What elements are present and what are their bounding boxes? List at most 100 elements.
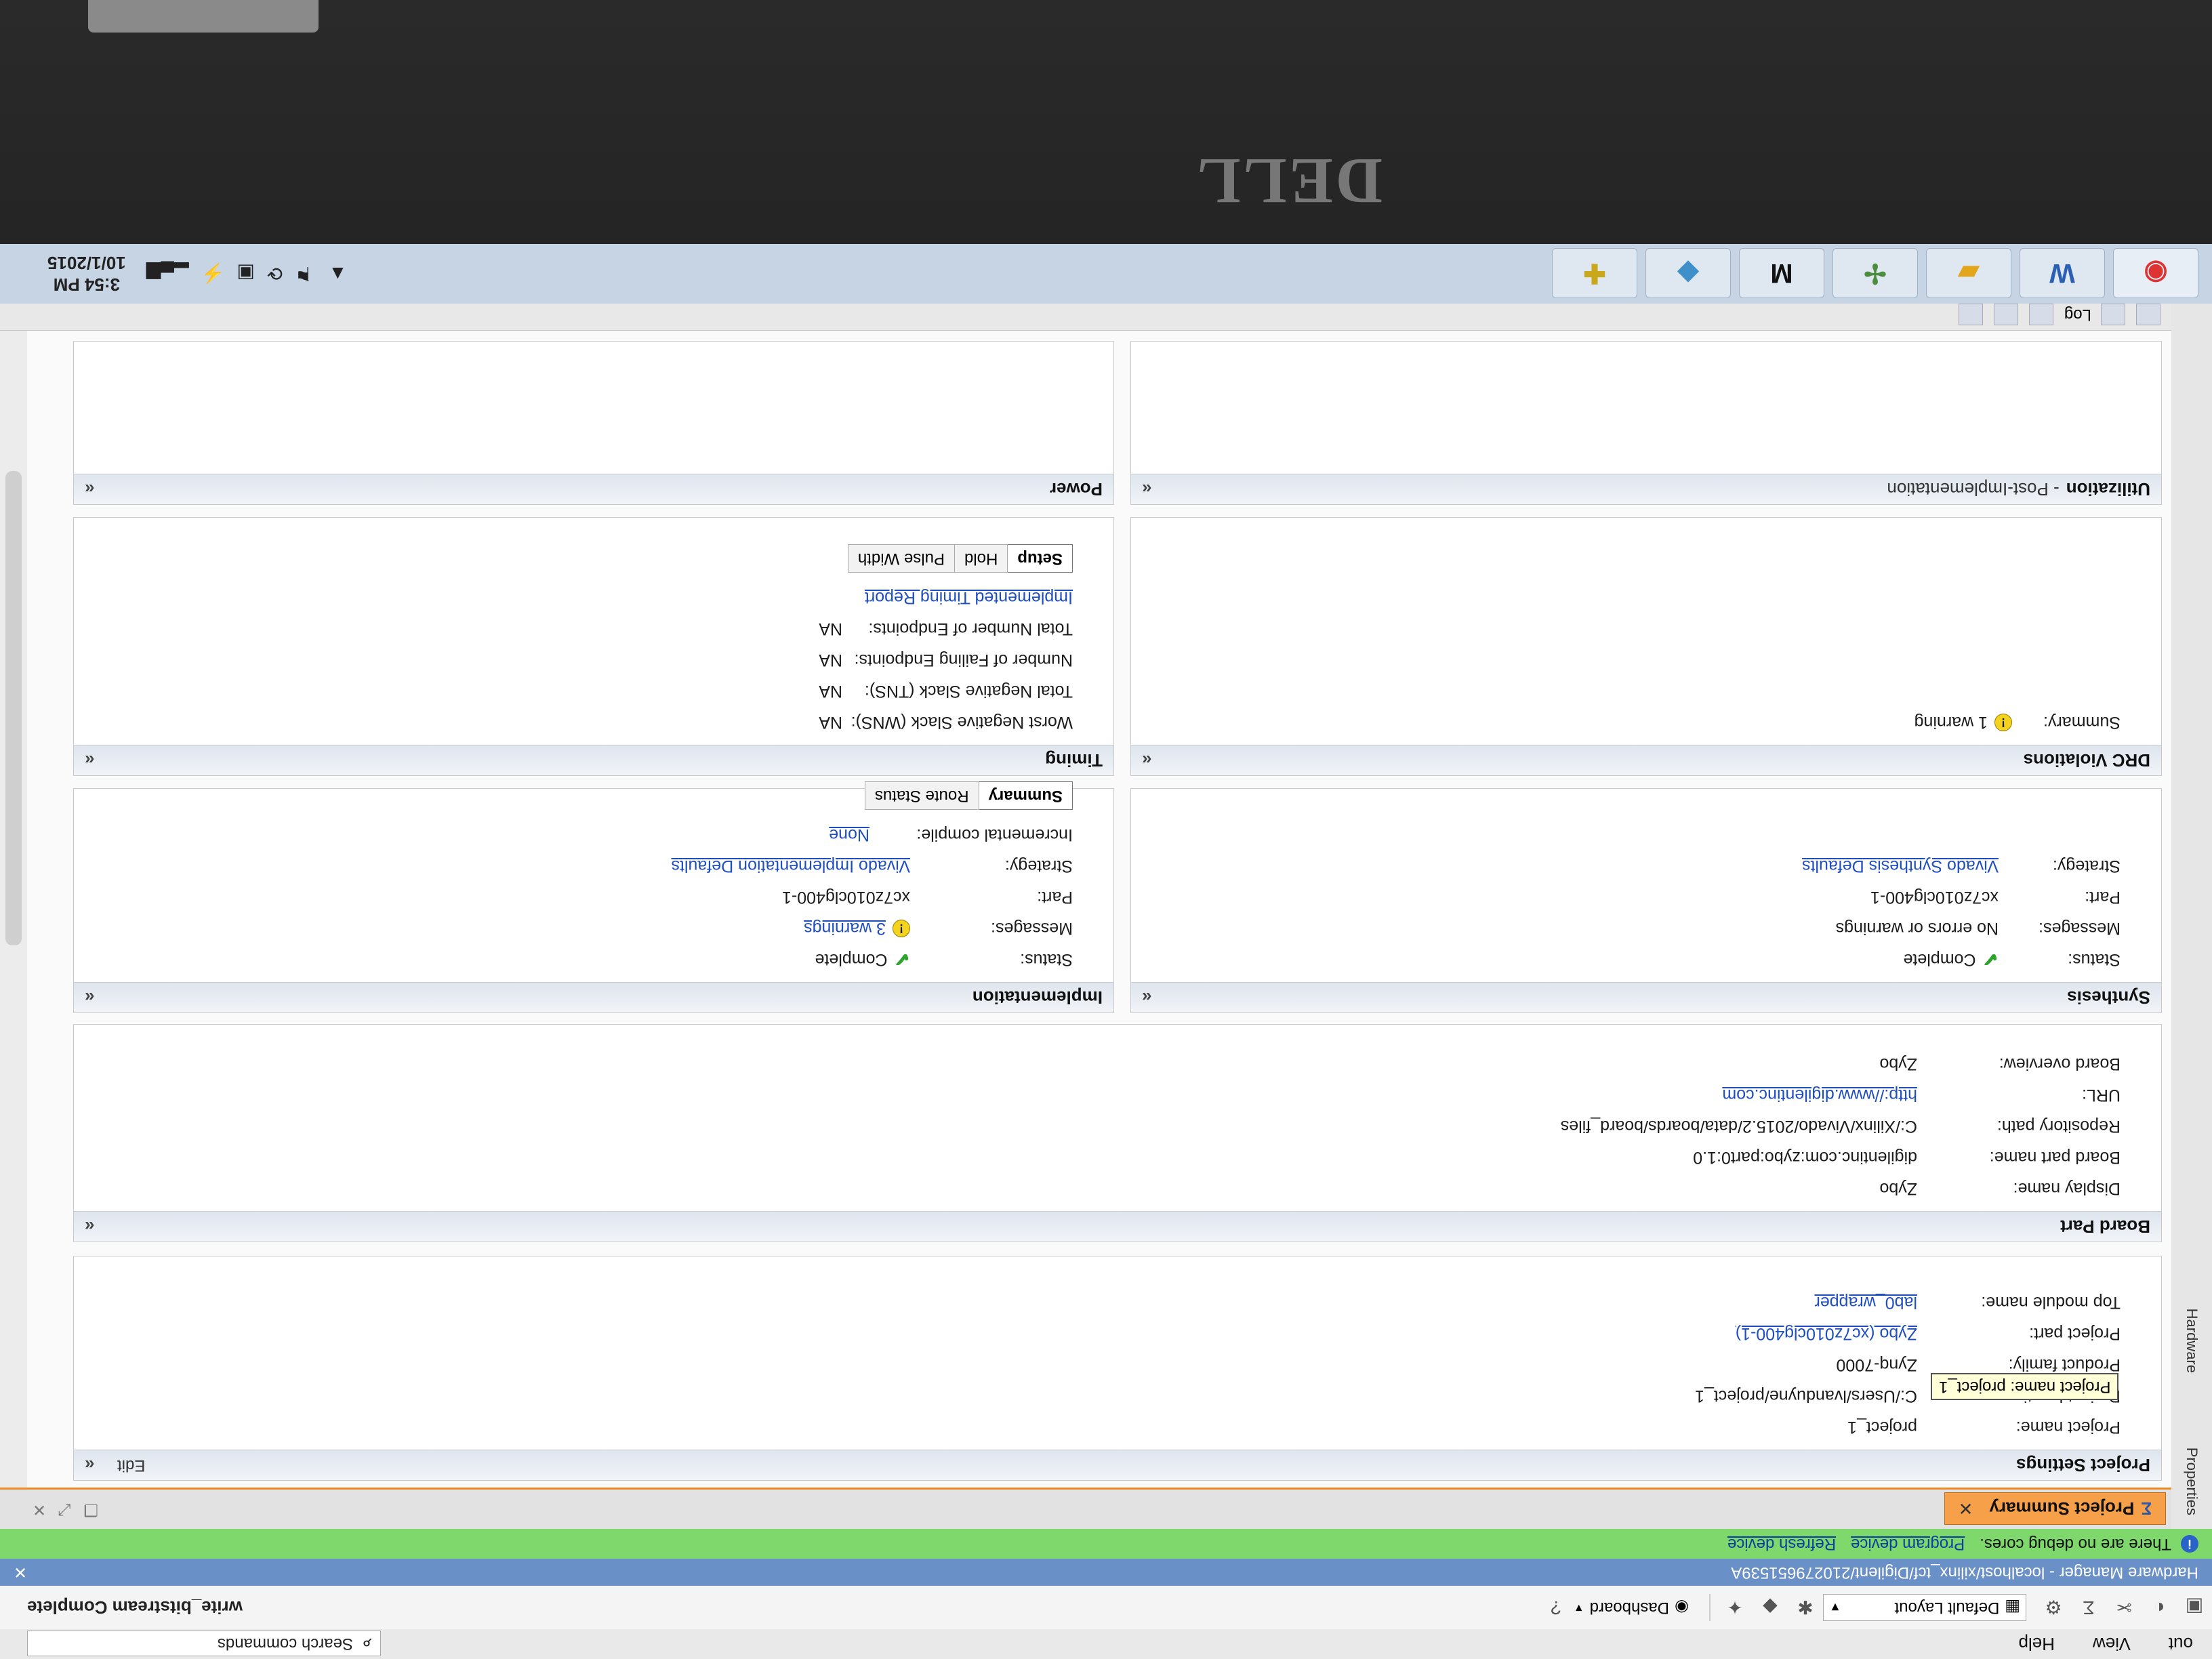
3d-app-icon[interactable]: ◆ xyxy=(1645,248,1731,298)
chevron-down-icon: ▼ xyxy=(1829,1601,1841,1615)
route-status-button[interactable]: Route Status xyxy=(864,781,979,810)
tab-hardware[interactable]: Hardware xyxy=(2177,1309,2207,1373)
field-label: URL: xyxy=(2082,1086,2121,1105)
field-value: digilentinc.com:zybo:part0:1.0 xyxy=(1693,1148,1917,1168)
reports-icon[interactable] xyxy=(2028,304,2053,325)
board-part-title: Board Part xyxy=(2060,1216,2150,1237)
implementation-part-row: Part: xc7z010clg400-1 xyxy=(115,882,1073,913)
collapse-icon[interactable]: « xyxy=(85,1216,94,1237)
search-placeholder: Search commands xyxy=(217,1635,353,1653)
url-link[interactable]: http://www.digilentinc.com xyxy=(1722,1086,1917,1105)
cut-icon[interactable]: ✂ xyxy=(2110,1594,2137,1621)
toolbar-divider xyxy=(1709,1594,1711,1621)
close-icon[interactable]: ✕ xyxy=(1959,1498,1973,1519)
scroll-thumb[interactable] xyxy=(5,471,22,945)
clock-time: 3:54 PM xyxy=(53,274,120,295)
collapse-icon[interactable]: « xyxy=(85,479,94,500)
synthesis-strategy-link[interactable]: Vivado Synthesis Defaults xyxy=(1802,857,1999,876)
flag-icon[interactable]: ⚑ xyxy=(295,263,312,285)
dashboard-button[interactable]: ◉ Dashboard ▼ xyxy=(1574,1598,1689,1618)
project-settings-header: Project Settings Edit « xyxy=(74,1450,2161,1480)
bezel-hinge xyxy=(88,0,319,33)
collapse-icon[interactable]: « xyxy=(1142,987,1151,1008)
top-module-link[interactable]: lab0_wrapper xyxy=(1815,1293,1918,1313)
menu-file[interactable]: out xyxy=(2150,1634,2212,1655)
side-tab-strip: Properties Hardware xyxy=(2171,244,2212,1529)
device-icon[interactable]: ▣ xyxy=(237,263,254,285)
pulse-width-button[interactable]: Pulse Width xyxy=(847,544,955,573)
search-commands-input[interactable]: ⌕ Search commands xyxy=(27,1631,381,1656)
top-module-row: Top module name: lab0_wrapper xyxy=(115,1287,2121,1318)
maximize-icon[interactable]: ⤢ xyxy=(46,1500,71,1519)
tcl-console-icon[interactable] xyxy=(2136,304,2160,325)
tab-properties[interactable]: Properties xyxy=(2177,1448,2207,1515)
field-value: xc7z010clg400-1 xyxy=(781,888,910,907)
setup-button[interactable]: Setup xyxy=(1007,544,1073,573)
field-label: Product family: xyxy=(2008,1355,2121,1375)
sigma-icon[interactable]: Σ xyxy=(2075,1594,2102,1621)
project-part-link[interactable]: Zybo (xc7z010clg400-1) xyxy=(1736,1324,1917,1344)
collapse-icon[interactable]: « xyxy=(85,1455,94,1476)
menu-view[interactable]: View xyxy=(2074,1634,2150,1655)
word-glyph: W xyxy=(2049,258,2075,289)
edit-link[interactable]: Edit xyxy=(117,1456,145,1475)
help-icon[interactable]: ? xyxy=(1542,1594,1570,1621)
close-icon[interactable]: ✕ xyxy=(14,1563,27,1582)
messages-icon[interactable] xyxy=(2101,304,2125,325)
hold-button[interactable]: Hold xyxy=(954,544,1008,573)
collapse-icon[interactable]: « xyxy=(1142,750,1151,771)
save-icon[interactable]: ▣ xyxy=(2181,1594,2208,1621)
utilization-subtitle: - Post-Implementation xyxy=(1887,479,2060,500)
app-icon[interactable]: ✚ xyxy=(1552,248,1637,298)
signal-icon[interactable]: ▂▄▆ xyxy=(146,263,189,285)
field-label: Display name: xyxy=(2013,1179,2121,1199)
folder-icon[interactable]: ▰ xyxy=(1926,248,2011,298)
timing-report-link[interactable]: Implemented Timing Report xyxy=(865,588,1073,608)
marker-icon[interactable]: ◆ xyxy=(1757,1594,1784,1621)
board-overview-row: Board overview: Zybo xyxy=(115,1048,2121,1080)
clock[interactable]: 3:54 PM 10/1/2015 xyxy=(47,252,126,295)
log-tab[interactable]: Log xyxy=(2064,305,2091,324)
matlab-icon[interactable]: M xyxy=(1739,248,1824,298)
summary-button[interactable]: Summary xyxy=(978,781,1073,810)
drc-title: DRC Violations xyxy=(2023,750,2150,771)
refresh-device-link[interactable]: Refresh device xyxy=(1727,1534,1836,1553)
close-icon[interactable]: ✕ xyxy=(20,1500,46,1519)
tray-expand-icon[interactable]: ▲ xyxy=(329,263,348,285)
m-glyph: M xyxy=(1770,258,1793,289)
vertical-scrollbar[interactable] xyxy=(0,247,27,1488)
design-runs-icon[interactable] xyxy=(1993,304,2018,325)
synthesis-panel: Synthesis « Status: ✔ Complete Messages: No… xyxy=(1130,788,2162,1013)
restore-icon[interactable]: ❐ xyxy=(71,1500,98,1519)
wand-icon[interactable]: ✦ xyxy=(1721,1594,1748,1621)
chrome-icon[interactable]: ◉ xyxy=(2113,248,2198,298)
implementation-warnings-link[interactable]: 3 warnings xyxy=(804,919,886,939)
tab-project-summary[interactable]: Σ Project Summary ✕ xyxy=(1944,1492,2166,1525)
implementation-strategy-link[interactable]: Vivado Implementation Defaults xyxy=(671,857,910,876)
program-device-link[interactable]: Program device xyxy=(1851,1534,1965,1553)
collapse-icon[interactable]: « xyxy=(85,987,94,1008)
power-plug-icon[interactable]: ⚡ xyxy=(201,263,225,285)
synthesis-messages-row: Messages: No errors or warnings xyxy=(1172,913,2121,944)
synthesis-status-row: Status: ✔ Complete xyxy=(1172,944,2121,975)
sync-icon[interactable]: ⟳ xyxy=(267,263,283,285)
menu-help[interactable]: Help xyxy=(1999,1634,2073,1655)
vivado-icon[interactable]: ✢ xyxy=(1832,248,1918,298)
dashboard-label: Dashboard xyxy=(1589,1599,1670,1617)
collapse-icon[interactable]: « xyxy=(1142,479,1151,500)
tab-hardware-label: Hardware xyxy=(2184,1308,2200,1373)
run-icon[interactable]: ◐ xyxy=(2146,1594,2173,1621)
debug-tab-icon[interactable] xyxy=(1958,304,1983,325)
synthesis-header: Synthesis « xyxy=(1131,982,2161,1012)
word-icon[interactable]: W xyxy=(2020,248,2105,298)
collapse-icon[interactable]: « xyxy=(85,750,94,771)
field-value: C:/Xilinx/Vivado/2015.2/data/boards/boar… xyxy=(1560,1117,1917,1136)
settings-icon[interactable]: ⚙ xyxy=(2040,1594,2067,1621)
layout-select[interactable]: ▦ Default Layout ▼ xyxy=(1823,1594,2026,1621)
incremental-compile-link[interactable]: None xyxy=(829,825,869,845)
debug-icon[interactable]: ✱ xyxy=(1792,1594,1819,1621)
field-value: Zybo xyxy=(1879,1179,1917,1199)
layout-value: Default Layout xyxy=(1894,1599,2000,1617)
main-toolbar: ▣ ◐ ✂ Σ ⚙ ▦ Default Layout ▼ ✱ ◆ ✦ ◉ Das… xyxy=(0,1585,2212,1629)
checkmark-icon: ✔ xyxy=(894,949,910,970)
